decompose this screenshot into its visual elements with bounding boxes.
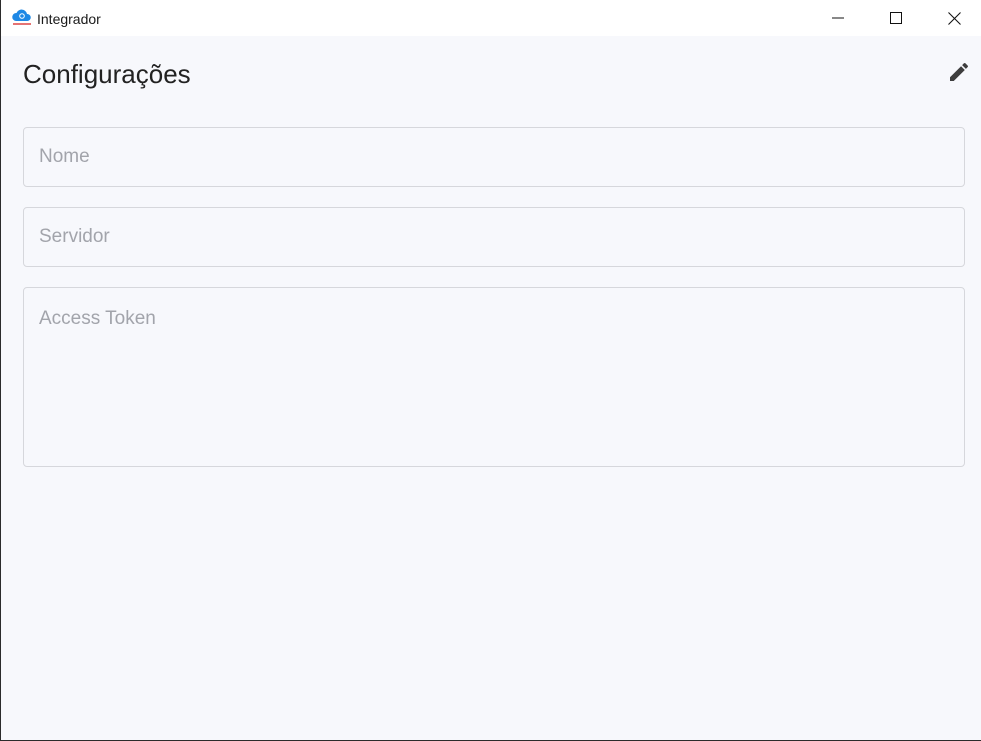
window-title: Integrador [37,11,101,27]
close-icon [947,11,961,25]
access-token-textarea[interactable] [23,287,965,467]
servidor-input[interactable] [23,207,965,267]
maximize-button[interactable] [873,0,919,36]
nome-input[interactable] [23,127,965,187]
app-window: Integrador Configurações [0,0,981,741]
pencil-icon [950,62,969,81]
cloud-logo-icon [12,9,31,25]
title-bar[interactable]: Integrador [1,0,981,36]
page-title: Configurações [23,59,191,89]
minimize-button[interactable] [815,0,861,36]
maximize-icon [890,12,902,24]
edit-button[interactable] [945,58,973,86]
close-button[interactable] [931,0,977,36]
minimize-icon [832,17,844,19]
